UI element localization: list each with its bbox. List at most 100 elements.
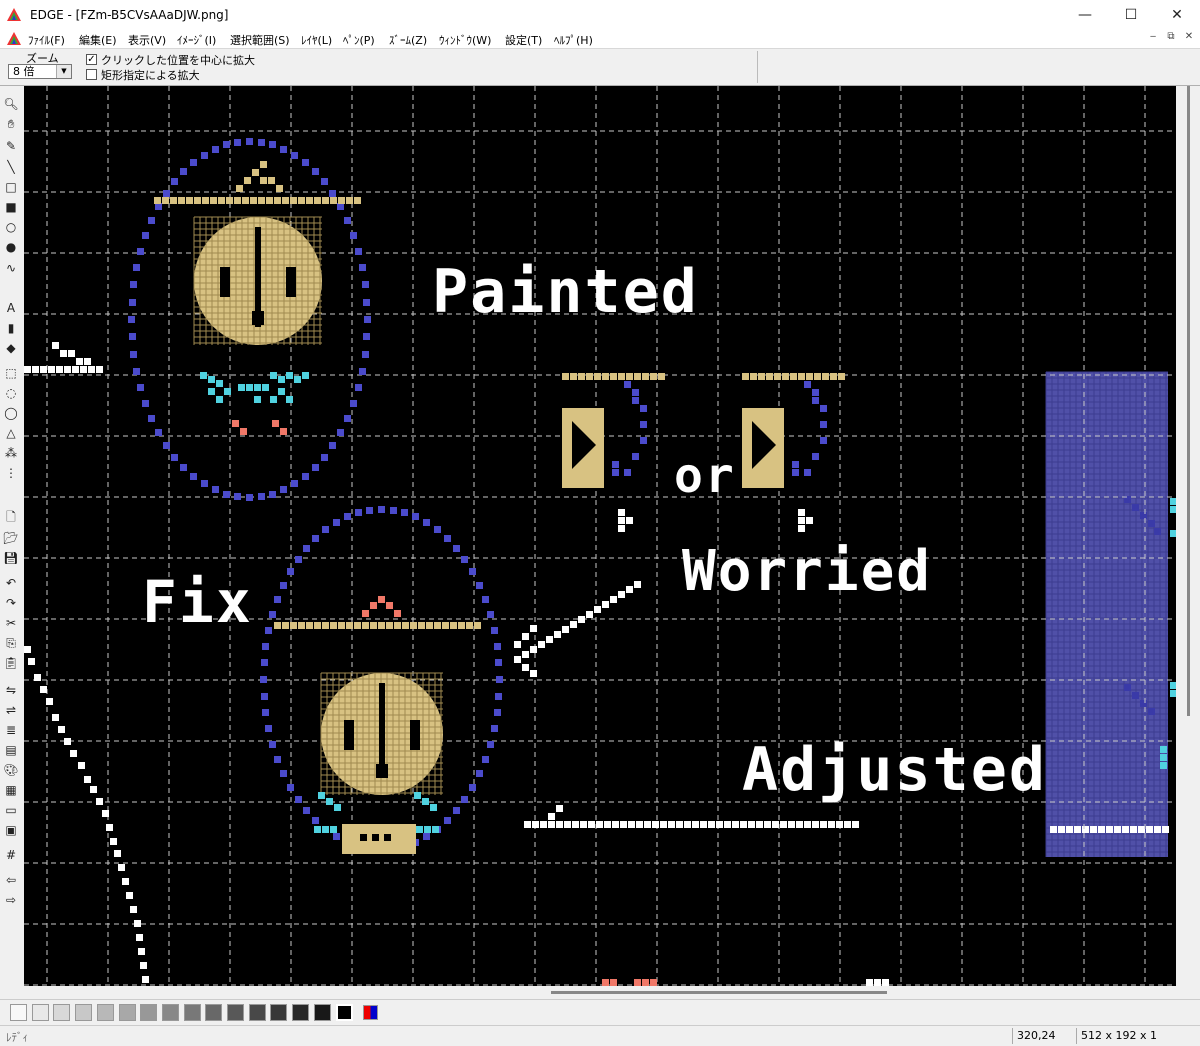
arrow-right-button[interactable]: ⇨	[3, 892, 19, 908]
arrow-left-button[interactable]: ⇦	[3, 872, 19, 888]
hand-tool-button[interactable]: ✋︎	[3, 116, 19, 132]
art-pixel	[626, 586, 633, 593]
palette-swatch[interactable]	[118, 1004, 136, 1021]
palette-swatch[interactable]	[53, 1004, 71, 1021]
center-zoom-checkbox[interactable]: ✓	[86, 54, 97, 65]
menu-view[interactable]: 表示(V)	[128, 32, 166, 48]
copy-button[interactable]: ⎘	[3, 635, 19, 651]
close-button[interactable]: ✕	[1154, 0, 1200, 30]
art-pixel	[491, 627, 498, 634]
art-pixel	[820, 421, 827, 428]
art-pixel	[269, 611, 276, 618]
left-eye	[220, 267, 230, 297]
palette-swatch[interactable]	[292, 1004, 310, 1021]
menu-help[interactable]: ﾍﾙﾌﾟ(H)	[554, 32, 593, 48]
color-picker-tool-button[interactable]: ◆	[3, 340, 19, 356]
child-close-button[interactable]: ✕	[1181, 31, 1197, 46]
art-pixel	[812, 389, 819, 396]
maximize-button[interactable]: ☐	[1108, 0, 1154, 30]
art-pixel	[216, 380, 223, 387]
art-pixel	[618, 509, 625, 516]
art-pixel	[640, 437, 647, 444]
fill-bucket-tool-icon: ▮	[7, 321, 15, 335]
text-tool-button[interactable]: A	[3, 300, 19, 316]
rectangle-tool-button[interactable]: □	[3, 179, 19, 195]
horizontal-scrollbar[interactable]	[24, 986, 1176, 998]
paste-button[interactable]: 📋︎	[3, 655, 19, 671]
menu-window[interactable]: ｳｨﾝﾄﾞｳ(W)	[439, 32, 491, 48]
curve-tool-button[interactable]: ∿	[3, 260, 19, 276]
ellipse-select-button[interactable]: ◌	[3, 385, 19, 401]
menu-settings[interactable]: 設定(T)	[505, 32, 542, 48]
fg-bg-color-swatch[interactable]	[363, 1005, 378, 1020]
save-file-button[interactable]: 💾︎	[3, 550, 19, 566]
pixel-art-canvas[interactable]: Painted or Worried Fix Adjusted	[24, 86, 1176, 986]
art-pixel	[96, 366, 103, 373]
palette-swatch[interactable]	[75, 1004, 93, 1021]
vertical-scroll-thumb[interactable]	[1187, 86, 1190, 716]
new-file-button[interactable]: 🗋︎	[3, 510, 19, 526]
horizontal-scroll-thumb[interactable]	[551, 991, 887, 994]
palette-swatch[interactable]	[183, 1004, 201, 1021]
palette-swatch[interactable]	[140, 1004, 158, 1021]
rect-zoom-checkbox[interactable]	[86, 69, 97, 80]
art-pixel	[514, 641, 521, 648]
pencil-tool-button[interactable]: ✎	[3, 138, 19, 154]
layer-button[interactable]: ≣	[3, 722, 19, 738]
zoom-tool-button[interactable]: 🔍︎	[3, 96, 19, 112]
palette-button[interactable]: 🎨︎	[3, 762, 19, 778]
child-restore-button[interactable]: ⧉	[1163, 31, 1179, 46]
vertical-scrollbar[interactable]	[1176, 86, 1200, 986]
menu-file[interactable]: ﾌｧｲﾙ(F)	[28, 32, 65, 48]
document-icon[interactable]	[6, 31, 22, 47]
palette-swatch[interactable]	[335, 1004, 353, 1021]
menu-layer[interactable]: ﾚｲﾔ(L)	[301, 32, 332, 48]
palette-swatch[interactable]	[313, 1004, 331, 1021]
menu-image[interactable]: ｲﾒｰｼﾞ(I)	[177, 32, 216, 48]
art-pixel	[260, 177, 267, 184]
redo-button[interactable]: ↷	[3, 595, 19, 611]
undo-button[interactable]: ↶	[3, 575, 19, 591]
cut-button[interactable]: ✂	[3, 615, 19, 631]
art-pixel	[444, 535, 451, 542]
art-pixel	[302, 159, 309, 166]
palette-swatch[interactable]	[31, 1004, 49, 1021]
ellipse-tool-button[interactable]: ○	[3, 219, 19, 235]
menu-selection[interactable]: 選択範囲(S)	[230, 32, 290, 48]
dotted-select-button[interactable]: ⋮	[3, 465, 19, 481]
filled-rectangle-tool-button[interactable]: ■	[3, 199, 19, 215]
menu-pen[interactable]: ﾍﾟﾝ(P)	[343, 32, 375, 48]
chevron-down-icon[interactable]: ▼	[56, 65, 71, 78]
palette-swatch[interactable]	[270, 1004, 288, 1021]
screen-button[interactable]: ▭	[3, 802, 19, 818]
filled-ellipse-tool-button[interactable]: ●	[3, 239, 19, 255]
flip-button[interactable]: ⇋	[3, 682, 19, 698]
drawing-canvas[interactable]: Painted or Worried Fix Adjusted	[24, 86, 1176, 986]
line-tool-button[interactable]: ╲	[3, 159, 19, 175]
screen-capture-button[interactable]: ▣	[3, 822, 19, 838]
polygon-select-button[interactable]: △	[3, 425, 19, 441]
art-pixel	[364, 316, 371, 323]
lasso-select-button[interactable]: ◯	[3, 405, 19, 421]
art-pixel	[142, 976, 149, 983]
fill-bucket-tool-button[interactable]: ▮	[3, 320, 19, 336]
film-button[interactable]: ▦	[3, 782, 19, 798]
palette-swatch[interactable]	[10, 1004, 27, 1021]
grid-button[interactable]: #	[3, 847, 19, 863]
menu-edit[interactable]: 編集(E)	[79, 32, 117, 48]
palette-swatch[interactable]	[96, 1004, 114, 1021]
magic-wand-button[interactable]: ⁂	[3, 445, 19, 461]
palette-swatch[interactable]	[248, 1004, 266, 1021]
zoom-select[interactable]: 8 倍 ▼	[8, 64, 72, 79]
art-pixel	[453, 807, 460, 814]
child-minimize-button[interactable]: ‒	[1145, 31, 1161, 46]
mirror-button[interactable]: ⇌	[3, 702, 19, 718]
minimize-button[interactable]: —	[1062, 0, 1108, 30]
menu-zoom[interactable]: ｽﾞｰﾑ(Z)	[389, 32, 427, 48]
palette-swatch[interactable]	[161, 1004, 179, 1021]
open-file-button[interactable]: 📂︎	[3, 530, 19, 546]
palette-swatch[interactable]	[227, 1004, 244, 1021]
palette-swatch[interactable]	[205, 1004, 223, 1021]
rect-select-button[interactable]: ⬚	[3, 365, 19, 381]
stamp-button[interactable]: ▤	[3, 742, 19, 758]
